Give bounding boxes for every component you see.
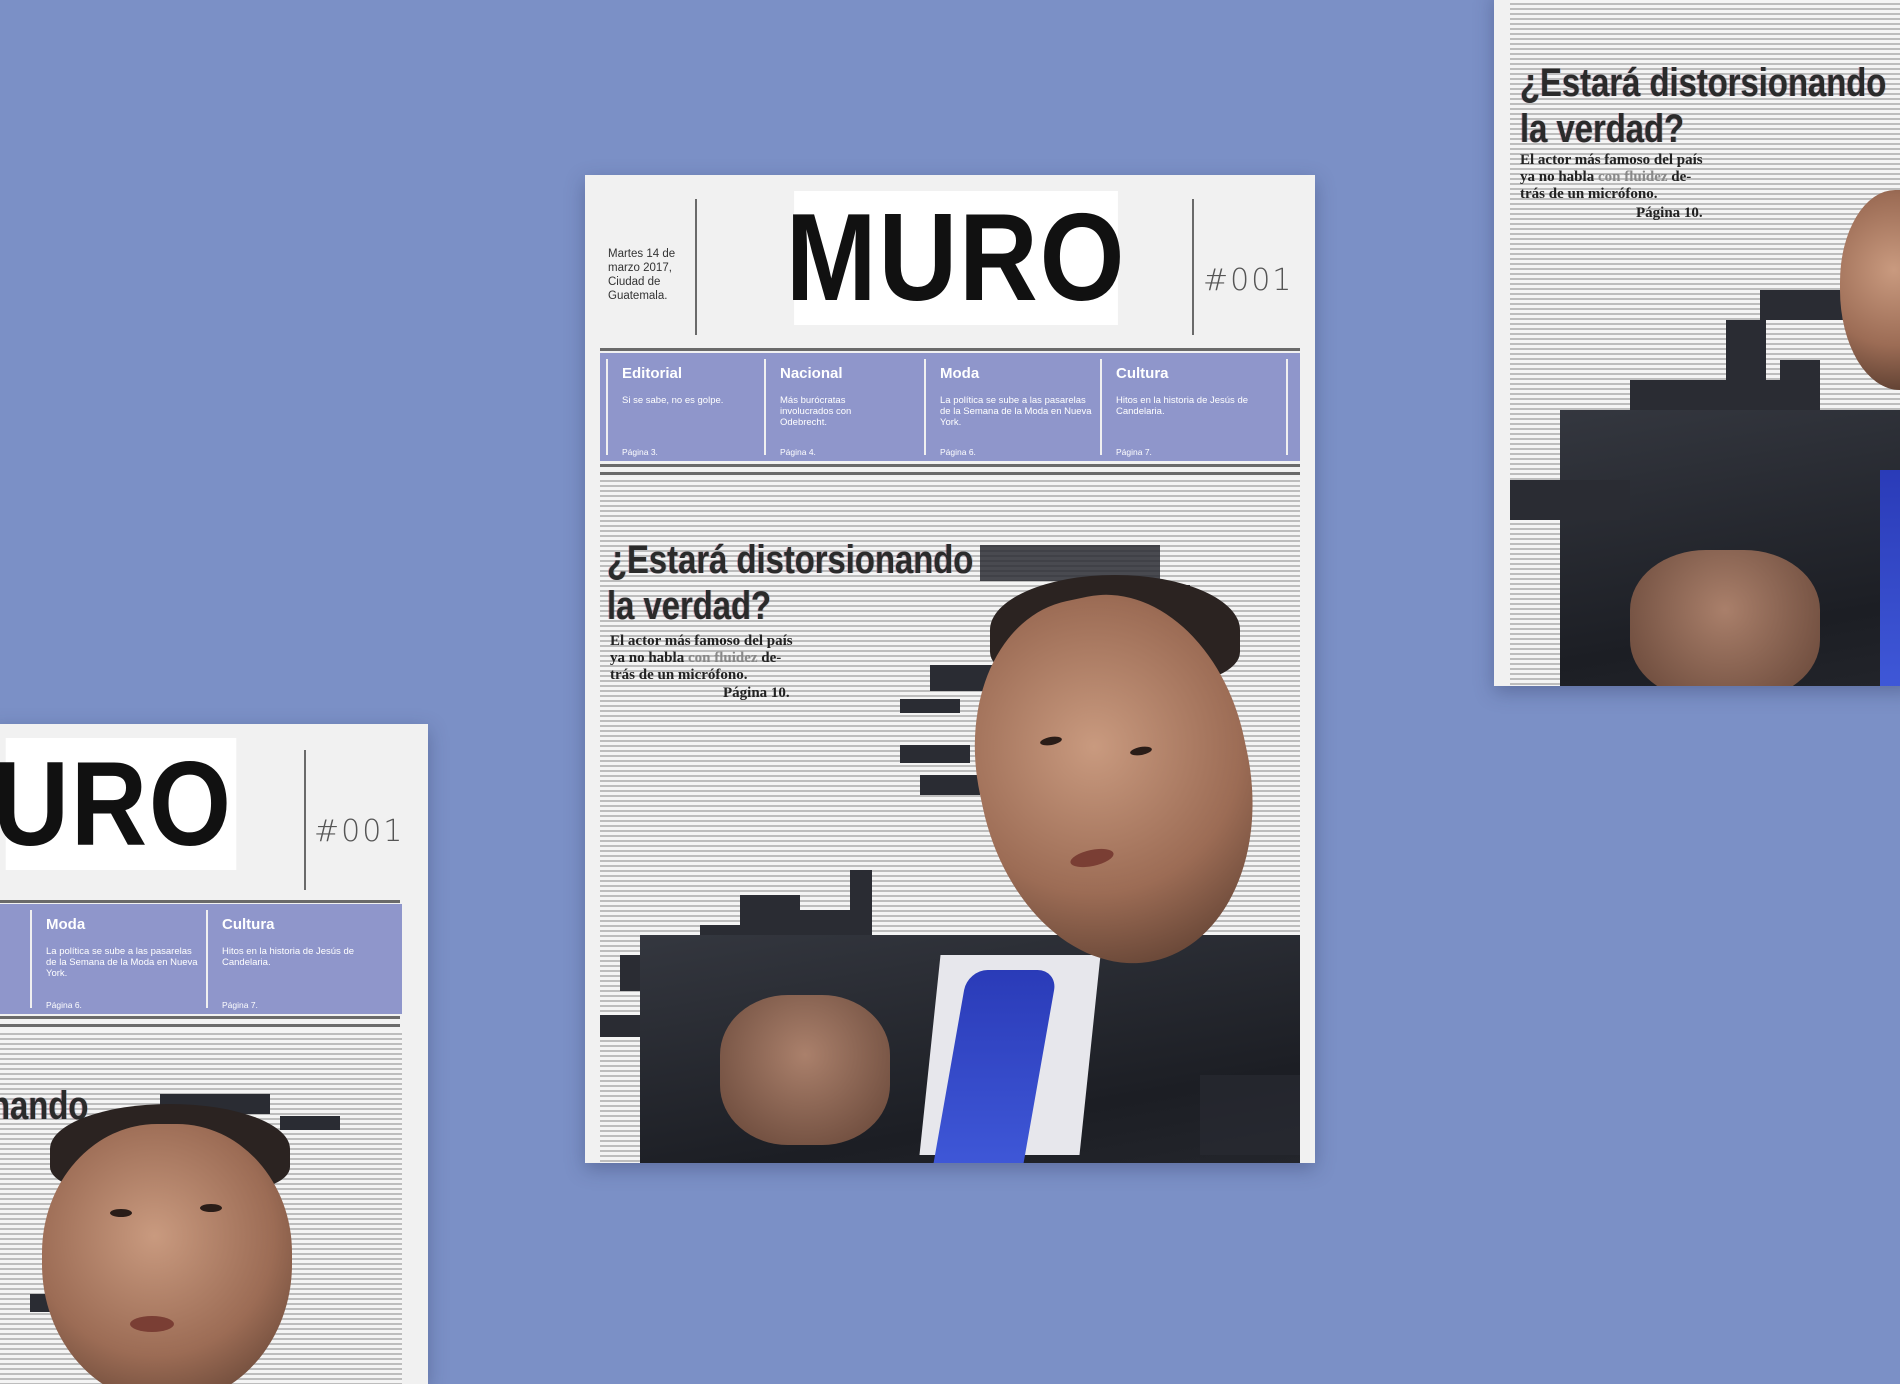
section-page: Página 4. — [780, 447, 816, 457]
section-desc: La política se sube a las pasarelas de l… — [940, 395, 1092, 428]
section-page: Página 7. — [222, 1000, 258, 1010]
section-editorial: Editorial Si se sabe, no es golpe. Págin… — [606, 353, 764, 461]
section-bar: Moda La política se sube a las pasarelas… — [0, 904, 402, 1014]
newspaper-left: URO #001 Moda La política se sube a las … — [0, 724, 428, 1384]
section-desc: Si se sabe, no es golpe. — [622, 395, 724, 406]
section-page: Página 3. — [622, 447, 658, 457]
masthead-partial: URO — [0, 737, 237, 871]
rule — [0, 1016, 400, 1019]
newspaper-right: ¿Estará distorsionando la verdad? El act… — [1494, 0, 1900, 686]
newspaper-center: Martes 14 de marzo 2017, Ciudad de Guate… — [585, 175, 1315, 1163]
masthead-divider-right — [1192, 199, 1194, 335]
masthead-divider-left — [695, 199, 697, 335]
section-title: Moda — [46, 916, 86, 933]
section-page: Página 7. — [1116, 447, 1152, 457]
issue-number: #001 — [1203, 263, 1294, 298]
issue-number: #001 — [314, 814, 405, 849]
section-desc: La política se sube a las pasarelas de l… — [46, 946, 198, 979]
hand — [720, 995, 890, 1145]
headline: ¿Estará distorsionando la verdad? — [607, 537, 973, 629]
politician-face — [1840, 190, 1900, 390]
masthead-title: MURO — [785, 189, 1127, 327]
section-moda: Moda La política se sube a las pasarelas… — [30, 904, 206, 1014]
section-nacional: Nacional Más burócratas involucrados con… — [764, 353, 924, 461]
subheadline: El actor más famoso del país ya no habla… — [610, 633, 793, 683]
section-page: Página 6. — [940, 447, 976, 457]
rule — [600, 464, 1300, 467]
section-cultura: Cultura Hitos en la historia de Jesús de… — [1100, 353, 1288, 461]
rule — [0, 900, 400, 903]
politician-face — [42, 1124, 292, 1384]
politician-photo — [0, 1054, 402, 1384]
rule — [600, 348, 1300, 351]
headline-line2: la verdad? — [607, 584, 772, 628]
section-desc: Más burócratas involucrados con Odebrech… — [780, 395, 852, 428]
section-title: Cultura — [222, 916, 275, 933]
dateline: Martes 14 de marzo 2017, Ciudad de Guate… — [608, 248, 676, 302]
rule — [0, 1024, 400, 1027]
headline-line1: ¿Estará distorsionando — [607, 538, 974, 582]
section-page: Página 6. — [46, 1000, 82, 1010]
section-bar: Editorial Si se sabe, no es golpe. Págin… — [600, 353, 1300, 461]
section-moda: Moda La política se sube a las pasarelas… — [924, 353, 1100, 461]
politician-photo — [1510, 170, 1900, 686]
section-title: Editorial — [622, 365, 683, 382]
headline-line1: ¿Estará distorsionando — [1520, 61, 1887, 105]
masthead-divider — [304, 750, 306, 890]
section-title: Cultura — [1116, 365, 1169, 382]
headline-line2: la verdad? — [1520, 107, 1685, 151]
section-cultura: Cultura Hitos en la historia de Jesús de… — [206, 904, 382, 1014]
section-desc: Hitos en la historia de Jesús de Candela… — [222, 946, 355, 968]
subheadline-page: Página 10. — [723, 685, 790, 701]
section-title: Nacional — [780, 365, 843, 382]
headline: ¿Estará distorsionando la verdad? — [1520, 60, 1886, 152]
section-desc: Hitos en la historia de Jesús de Candela… — [1116, 395, 1249, 417]
section-title: Moda — [940, 365, 980, 382]
rule — [600, 472, 1300, 475]
